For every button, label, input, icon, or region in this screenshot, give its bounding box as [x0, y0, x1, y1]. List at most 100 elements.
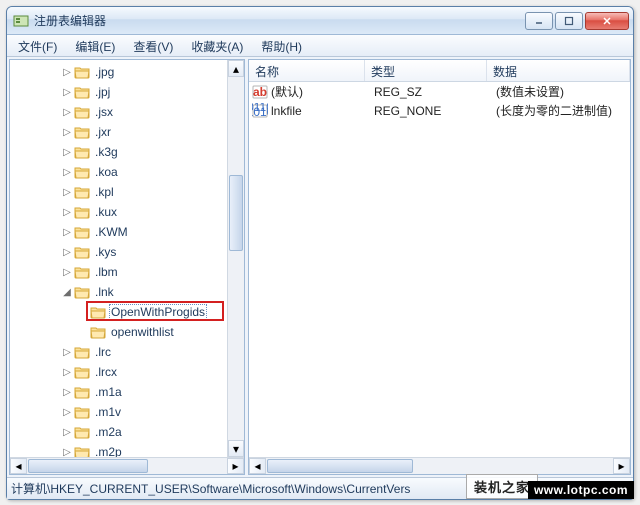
tree-item-label: .jsx [93, 104, 115, 120]
titlebar[interactable]: 注册表编辑器 [7, 7, 633, 35]
list-row[interactable]: 01101010lnkfileREG_NONE(长度为零的二进制值) [249, 101, 630, 120]
tree-item-label: .kux [93, 204, 119, 220]
scroll-left-icon[interactable]: ◂ [10, 458, 27, 474]
expander-icon[interactable]: ▷ [60, 227, 74, 238]
regedit-window: 注册表编辑器 文件(F) 编辑(E) 查看(V) 收藏夹(A) 帮助(H) ▷.… [6, 6, 634, 500]
tree-item[interactable]: ▷.m2p [12, 442, 227, 457]
value-type: REG_SZ [368, 85, 490, 99]
expander-icon[interactable]: ◢ [60, 287, 74, 298]
folder-icon [74, 185, 90, 199]
expander-icon[interactable]: ▷ [60, 347, 74, 358]
tree-item[interactable]: ▷OpenWithProgids [12, 302, 227, 322]
folder-icon [74, 245, 90, 259]
value-data: (长度为零的二进制值) [490, 102, 630, 119]
menu-help[interactable]: 帮助(H) [252, 35, 311, 56]
values-list[interactable]: ab(默认)REG_SZ(数值未设置)01101010lnkfileREG_NO… [249, 82, 630, 457]
list-header: 名称 类型 数据 [249, 60, 630, 82]
column-type[interactable]: 类型 [365, 60, 487, 81]
tree-item[interactable]: ▷.KWM [12, 222, 227, 242]
tree-item[interactable]: ▷ .lrc [12, 342, 227, 362]
expander-icon[interactable]: ▷ [60, 407, 74, 418]
tree-scroll[interactable]: ▷.jpg▷.jpj▷.jsx▷.jxr▷.k3g▷.koa▷.kpl▷.kux… [10, 60, 227, 457]
close-button[interactable] [585, 12, 629, 30]
expander-icon[interactable]: ▷ [60, 87, 74, 98]
tree-item[interactable]: ▷.m1v [12, 402, 227, 422]
expander-icon[interactable]: ▷ [60, 167, 74, 178]
folder-icon [74, 145, 90, 159]
expander-icon[interactable]: ▷ [60, 147, 74, 158]
menu-file[interactable]: 文件(F) [9, 35, 66, 56]
tree-item[interactable]: ▷ .kys [12, 242, 227, 262]
folder-icon [74, 205, 90, 219]
tree-item[interactable]: ▷.jpj [12, 82, 227, 102]
tree-vscrollbar[interactable]: ▴ ▾ [227, 60, 244, 457]
expander-icon[interactable]: ▷ [60, 127, 74, 138]
status-path: 计算机\HKEY_CURRENT_USER\Software\Microsoft… [11, 480, 410, 497]
value-data: (数值未设置) [490, 83, 630, 100]
svg-text:1010: 1010 [252, 105, 268, 119]
value-name: lnkfile [271, 104, 368, 118]
expander-icon[interactable]: ▷ [60, 387, 74, 398]
folder-icon [74, 365, 90, 379]
scroll-right-icon[interactable]: ▸ [227, 458, 244, 474]
tree-item-label: .jpg [93, 64, 116, 80]
tree-item-label: .lrc [93, 344, 113, 360]
tree-item-label: .k3g [93, 144, 120, 160]
tree-item[interactable]: ▷ .jxr [12, 122, 227, 142]
expander-icon[interactable]: ▷ [60, 447, 74, 458]
tree-item-label: .kys [93, 244, 118, 260]
minimize-button[interactable] [525, 12, 553, 30]
expander-icon[interactable]: ▷ [60, 107, 74, 118]
scroll-down-icon[interactable]: ▾ [228, 440, 244, 457]
column-data[interactable]: 数据 [487, 60, 630, 81]
menu-edit[interactable]: 编辑(E) [66, 35, 124, 56]
tree-item[interactable]: ▷.koa [12, 162, 227, 182]
tree-item-label: .kpl [93, 184, 116, 200]
expander-icon[interactable]: ▷ [60, 187, 74, 198]
binary-value-icon: 01101010 [252, 103, 268, 119]
column-name[interactable]: 名称 [249, 60, 365, 81]
scroll-thumb-h[interactable] [267, 459, 413, 473]
menu-favorites[interactable]: 收藏夹(A) [182, 35, 252, 56]
tree-item-label: .jxr [93, 124, 113, 140]
expander-icon[interactable]: ▷ [60, 427, 74, 438]
tree-item[interactable]: ▷.lrcx [12, 362, 227, 382]
tree-item[interactable]: ▷ .kux [12, 202, 227, 222]
expander-icon[interactable]: ▷ [60, 67, 74, 78]
folder-icon [74, 425, 90, 439]
tree-item[interactable]: ▷ .jpg [12, 62, 227, 82]
menubar: 文件(F) 编辑(E) 查看(V) 收藏夹(A) 帮助(H) [7, 35, 633, 57]
scroll-left-icon[interactable]: ◂ [249, 458, 266, 474]
expander-icon[interactable]: ▷ [60, 247, 74, 258]
expander-icon[interactable]: ▷ [60, 207, 74, 218]
tree-item[interactable]: ▷ .jsx [12, 102, 227, 122]
scroll-right-icon[interactable]: ▸ [613, 458, 630, 474]
folder-icon [74, 105, 90, 119]
folder-icon [74, 405, 90, 419]
folder-icon [74, 85, 90, 99]
tree-hscrollbar[interactable]: ◂ ▸ [10, 457, 244, 474]
tree-item[interactable]: ▷ .k3g [12, 142, 227, 162]
tree-item[interactable]: ▷ .kpl [12, 182, 227, 202]
tree-item[interactable]: ▷openwithlist [12, 322, 227, 342]
expander-icon[interactable]: ▷ [60, 267, 74, 278]
tree-item[interactable]: ▷.m1a [12, 382, 227, 402]
value-name: (默认) [271, 83, 368, 100]
expander-icon[interactable]: ▷ [60, 367, 74, 378]
folder-icon [74, 225, 90, 239]
maximize-button[interactable] [555, 12, 583, 30]
tree-item-label: .lbm [93, 264, 120, 280]
menu-view[interactable]: 查看(V) [124, 35, 182, 56]
values-hscrollbar[interactable]: ◂ ▸ [249, 457, 630, 474]
tree-item[interactable]: ◢.lnk [12, 282, 227, 302]
scroll-up-icon[interactable]: ▴ [228, 60, 244, 77]
scroll-thumb[interactable] [229, 175, 243, 251]
tree-item[interactable]: ▷.m2a [12, 422, 227, 442]
folder-icon [74, 345, 90, 359]
tree-item[interactable]: ▷ .lbm [12, 262, 227, 282]
tree-item-label: openwithlist [109, 324, 176, 340]
watermark-url: www.lotpc.com [528, 481, 634, 499]
scroll-thumb-h[interactable] [28, 459, 148, 473]
string-value-icon: ab [252, 84, 268, 100]
list-row[interactable]: ab(默认)REG_SZ(数值未设置) [249, 82, 630, 101]
